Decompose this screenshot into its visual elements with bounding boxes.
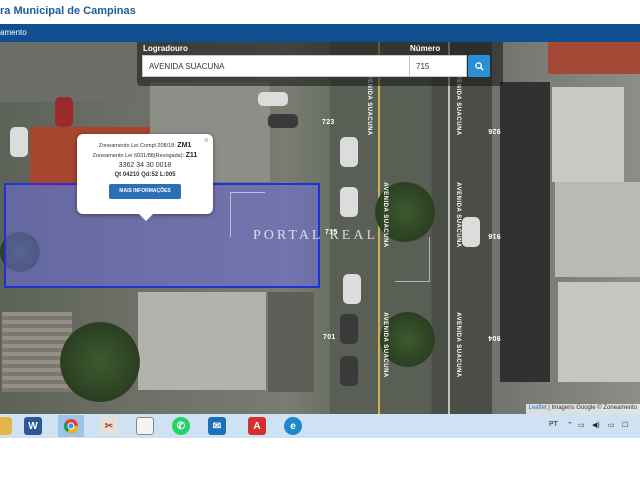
volume-icon[interactable]: ◀) bbox=[592, 421, 600, 429]
rooftop bbox=[552, 87, 624, 182]
language-indicator[interactable]: PT bbox=[549, 421, 558, 428]
attribution-text: | Imagens Google © Zoneamento bbox=[548, 405, 637, 411]
house-number: 904 bbox=[488, 334, 501, 341]
house-number: 926 bbox=[488, 127, 501, 134]
search-icon bbox=[474, 61, 484, 71]
mail-icon[interactable]: ✉ bbox=[208, 417, 226, 435]
address-search-panel: Logradouro Número AVENIDA SUACUNA 715 bbox=[137, 42, 503, 86]
street-label: AVENIDA SUACUNA bbox=[454, 182, 461, 248]
app-header: ra Municipal de Campinas bbox=[0, 0, 640, 24]
calculator-icon[interactable] bbox=[136, 417, 154, 435]
rooftop bbox=[500, 82, 550, 382]
house-number: 701 bbox=[323, 334, 336, 341]
watermark-text: PORTAL REAL bbox=[253, 228, 379, 243]
folder-icon[interactable] bbox=[0, 417, 12, 435]
chevron-up-icon[interactable]: ⌃ bbox=[567, 421, 573, 429]
rooftop bbox=[0, 42, 140, 102]
numero-input[interactable]: 715 bbox=[409, 55, 467, 77]
car bbox=[258, 92, 288, 106]
map-attribution: Leaflet | Imagens Google © Zoneamento bbox=[525, 404, 640, 414]
car bbox=[340, 356, 358, 386]
search-button[interactable] bbox=[468, 55, 490, 77]
lane-marking bbox=[448, 42, 450, 414]
pdf-icon[interactable]: A bbox=[248, 417, 266, 435]
car bbox=[462, 217, 480, 247]
zoning-revoked: Zoneamento Lei 6031/88(Revogada): Z11 bbox=[92, 152, 198, 159]
chrome-icon bbox=[63, 419, 78, 433]
street-label: AVENIDA SUACUNA bbox=[454, 312, 461, 378]
logradouro-input[interactable]: AVENIDA SUACUNA bbox=[142, 55, 410, 77]
page-title: ra Municipal de Campinas bbox=[0, 5, 136, 17]
lot-code: 3362 34 30 0018 bbox=[118, 162, 172, 169]
windows-taskbar: W ✂ ✆ ✉ A e PT ⌃ ▭ ◀) ▭ ☐ bbox=[0, 414, 640, 438]
car bbox=[340, 187, 358, 217]
nav-item-zoneamento[interactable]: amento bbox=[0, 28, 27, 37]
zoning-current: Zoneamento Lei Compl 208/18: ZM1 bbox=[98, 142, 192, 149]
watermark-frame bbox=[395, 237, 430, 282]
tree bbox=[380, 312, 435, 367]
edge-icon[interactable]: e bbox=[284, 417, 302, 435]
rooftop bbox=[548, 42, 640, 74]
car bbox=[268, 114, 298, 128]
logradouro-label: Logradouro bbox=[143, 44, 188, 53]
house-number: 916 bbox=[488, 232, 501, 239]
street-label: AVENIDA SUACUNA bbox=[381, 312, 388, 378]
map-view[interactable]: 723 715 701 926 916 904 AVENIDA SUACUNA … bbox=[0, 42, 640, 414]
notification-icon[interactable]: ☐ bbox=[622, 421, 628, 429]
tree bbox=[60, 322, 140, 402]
car bbox=[55, 97, 73, 127]
chrome-tab[interactable] bbox=[58, 415, 84, 437]
whatsapp-icon[interactable]: ✆ bbox=[172, 417, 190, 435]
car bbox=[10, 127, 28, 157]
numero-label: Número bbox=[410, 44, 441, 53]
car bbox=[340, 137, 358, 167]
car bbox=[340, 314, 358, 344]
house-number: 723 bbox=[322, 119, 335, 126]
word-icon[interactable]: W bbox=[24, 417, 42, 435]
rooftop bbox=[555, 182, 640, 277]
lot-reference: Qt 04210 Qd:52 L:005 bbox=[114, 172, 176, 178]
street-label: AVENIDA SUACUNA bbox=[381, 182, 388, 248]
nav-bar: amento bbox=[0, 24, 640, 42]
network-icon[interactable]: ▭ bbox=[578, 421, 585, 429]
rooftop bbox=[268, 292, 314, 392]
page-margin bbox=[0, 438, 640, 480]
rooftop bbox=[558, 282, 640, 382]
car bbox=[343, 274, 361, 304]
more-info-button[interactable]: MAIS INFORMAÇÕES bbox=[109, 184, 181, 199]
lot-info-popup: × Zoneamento Lei Compl 208/18: ZM1 Zonea… bbox=[77, 134, 213, 221]
rooftop bbox=[138, 292, 266, 390]
leaflet-link[interactable]: Leaflet bbox=[529, 405, 547, 411]
app-icon[interactable]: ✂ bbox=[100, 417, 118, 435]
battery-icon[interactable]: ▭ bbox=[608, 421, 615, 429]
